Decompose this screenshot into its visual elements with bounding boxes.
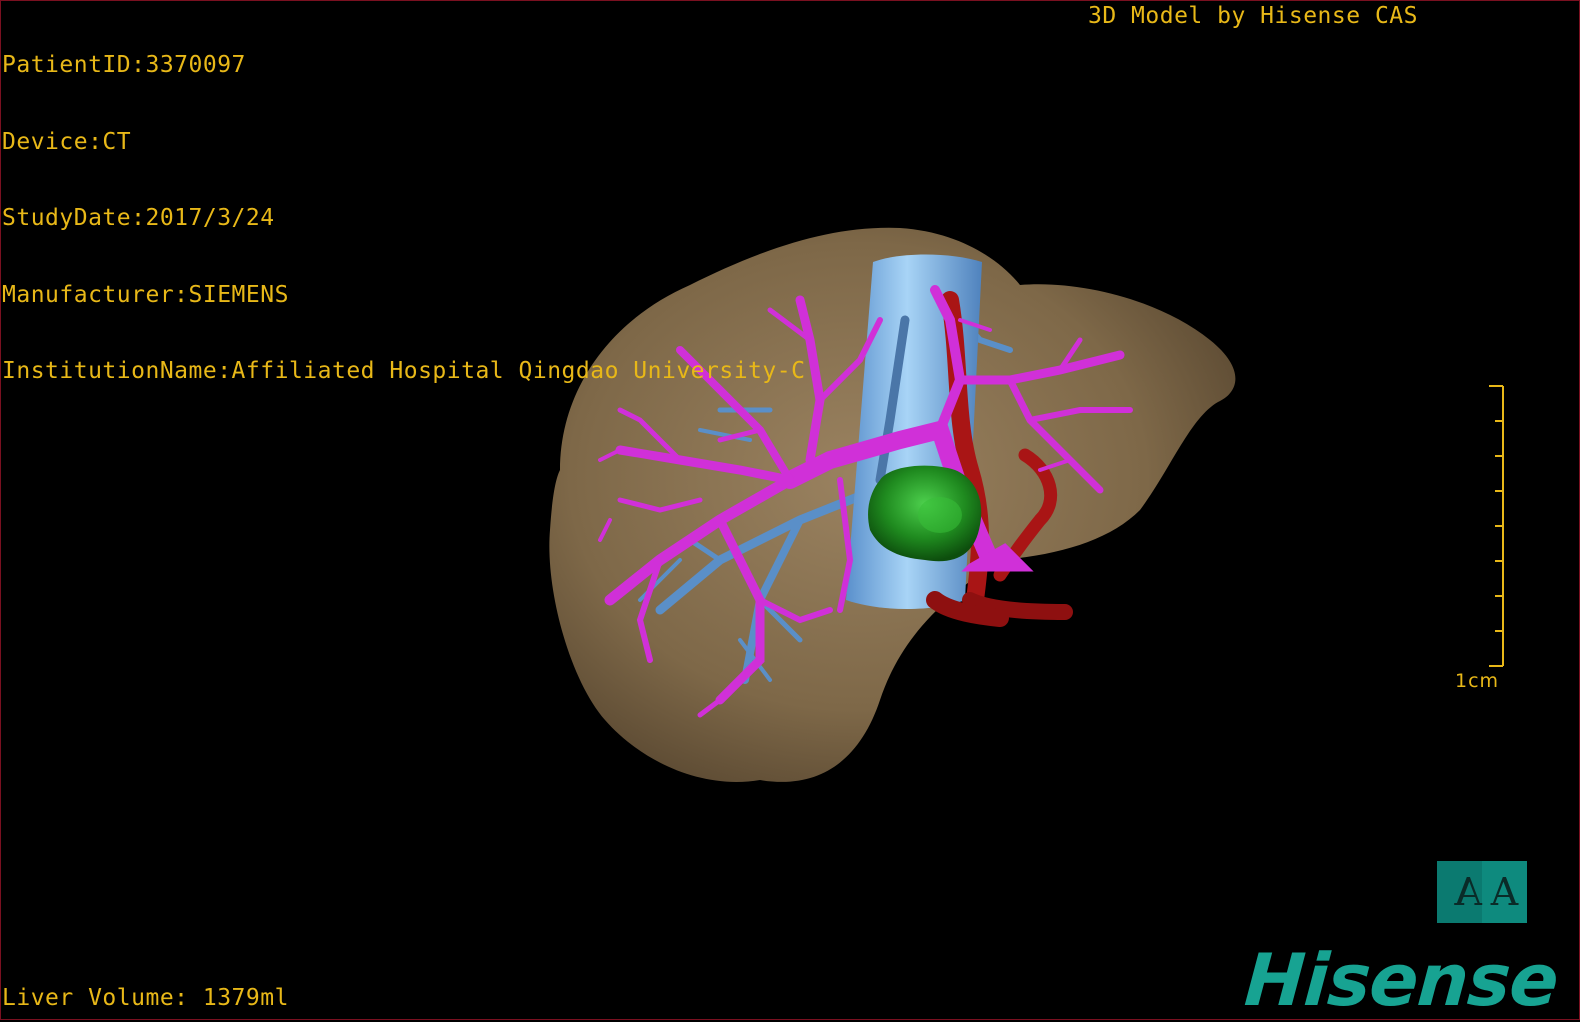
- orientation-back-face: A: [1437, 861, 1482, 923]
- liver-volume: Liver Volume: 1379ml: [2, 985, 289, 1011]
- patient-id: PatientID:3370097: [2, 52, 246, 78]
- scale-bar-label: 1cm: [1455, 670, 1500, 692]
- orientation-front-label: A: [1490, 870, 1519, 914]
- orientation-cube[interactable]: A A: [1437, 861, 1527, 923]
- manufacturer: Manufacturer:SIEMENS: [2, 281, 289, 308]
- scale-bar: [1489, 385, 1504, 667]
- model-credit: 3D Model by Hisense CAS: [1088, 3, 1418, 29]
- orientation-front-face: A: [1482, 861, 1527, 923]
- institution-name: InstitutionName:Affiliated Hospital Qing…: [2, 358, 806, 384]
- dicom-info-overlay: PatientID:3370097 Device:CT StudyDate:20…: [2, 2, 805, 410]
- hisense-logo: Hisense: [1242, 938, 1561, 1022]
- orientation-back-label: A: [1454, 870, 1482, 914]
- study-date: StudyDate:2017/3/24: [2, 205, 275, 231]
- device: Device:CT: [2, 128, 132, 155]
